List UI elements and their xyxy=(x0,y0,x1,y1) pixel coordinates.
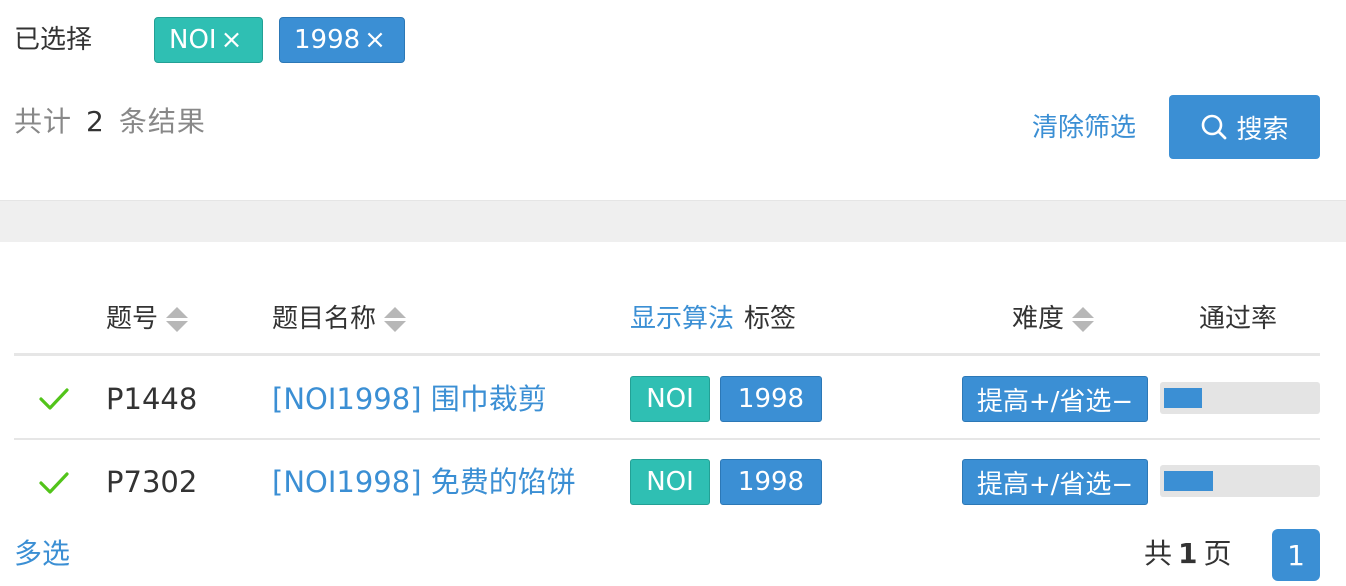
header-difficulty-label: 难度 xyxy=(1012,304,1065,334)
header-id[interactable]: 题号 xyxy=(106,300,189,338)
sort-icon[interactable] xyxy=(384,306,407,332)
sort-icon[interactable] xyxy=(1072,306,1095,332)
difficulty-badge: 提高+/省选− xyxy=(962,376,1148,422)
result-count-number: 2 xyxy=(86,105,105,138)
header-title[interactable]: 题目名称 xyxy=(272,300,407,338)
header-tags: 显示算法 标签 xyxy=(630,300,796,338)
pass-rate-bar xyxy=(1160,465,1320,497)
result-count-suffix: 条结果 xyxy=(118,105,206,138)
sort-icon[interactable] xyxy=(166,306,189,332)
filter-chip-1998[interactable]: 1998 × xyxy=(279,17,405,63)
page-button-current[interactable]: 1 xyxy=(1272,529,1320,581)
difficulty-badge: 提高+/省选− xyxy=(962,459,1148,505)
filter-chip-label: 1998 xyxy=(294,25,361,55)
problem-id: P1448 xyxy=(106,382,198,416)
search-button[interactable]: 搜索 xyxy=(1169,95,1320,159)
tag-badge[interactable]: 1998 xyxy=(720,459,822,505)
filter-chip-noi[interactable]: NOI × xyxy=(154,17,263,63)
result-count: 共计 2 条结果 xyxy=(14,102,206,142)
page-count-number: 1 xyxy=(1178,537,1198,570)
header-tags-label: 标签 xyxy=(744,304,797,334)
check-icon xyxy=(39,388,69,410)
header-difficulty[interactable]: 难度 xyxy=(1012,300,1095,338)
problem-title-link[interactable]: [NOI1998] 免费的馅饼 xyxy=(272,462,576,502)
pass-rate-fill xyxy=(1164,471,1213,491)
clear-filters-link[interactable]: 清除筛选 xyxy=(1032,110,1136,146)
multi-select-link[interactable]: 多选 xyxy=(14,534,70,574)
header-title-label: 题目名称 xyxy=(272,304,377,334)
header-pass-rate-label: 通过率 xyxy=(1199,304,1278,334)
tag-badge[interactable]: NOI xyxy=(630,376,710,422)
selected-label: 已选择 xyxy=(14,25,93,55)
table-header-divider xyxy=(14,353,1320,356)
pass-rate-bar xyxy=(1160,382,1320,414)
problem-id: P7302 xyxy=(106,465,198,499)
tag-badge[interactable]: 1998 xyxy=(720,376,822,422)
page-count-suffix: 页 xyxy=(1203,537,1232,570)
header-id-label: 题号 xyxy=(106,304,159,334)
section-divider xyxy=(0,200,1346,242)
filter-chip-label: NOI xyxy=(169,25,217,55)
problem-title-link[interactable]: [NOI1998] 围巾裁剪 xyxy=(272,379,547,419)
header-pass-rate: 通过率 xyxy=(1199,300,1277,338)
filter-panel: 已选择 NOI × 1998 × 共计 2 条结果 清除筛选 搜索 xyxy=(0,0,1346,200)
search-button-label: 搜索 xyxy=(1236,114,1289,145)
close-icon[interactable]: × xyxy=(364,17,386,63)
page-count: 共1页 xyxy=(1144,534,1232,574)
search-icon xyxy=(1202,114,1227,140)
page-count-prefix: 共 xyxy=(1144,537,1173,570)
show-algorithm-link[interactable]: 显示算法 xyxy=(630,300,734,338)
close-icon[interactable]: × xyxy=(221,17,243,63)
row-divider xyxy=(14,438,1320,440)
result-count-prefix: 共计 xyxy=(14,105,73,138)
check-icon xyxy=(39,472,69,494)
pass-rate-fill xyxy=(1164,388,1202,408)
tag-badge[interactable]: NOI xyxy=(630,459,710,505)
